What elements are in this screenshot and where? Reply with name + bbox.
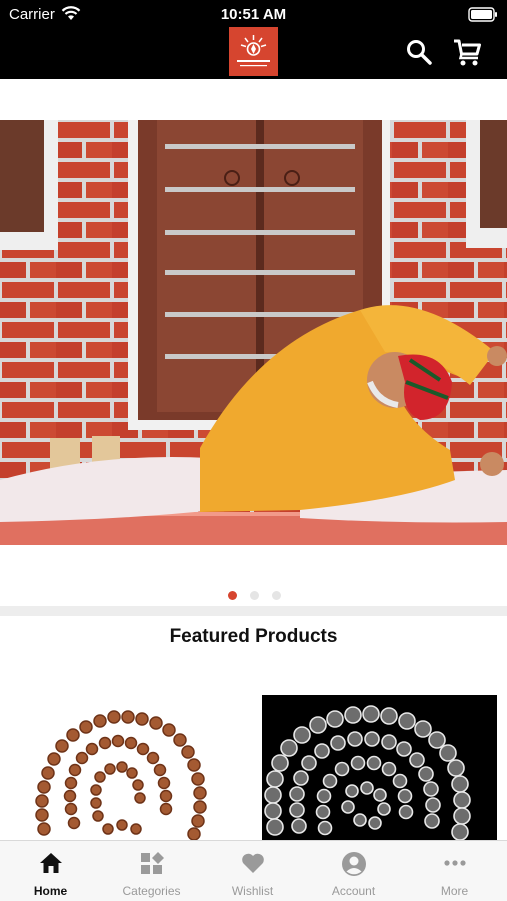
rudraksha-mala-image	[35, 710, 207, 840]
tab-more[interactable]: More	[404, 841, 505, 901]
categories-icon	[141, 852, 164, 874]
logo-mark-icon	[229, 27, 278, 76]
search-icon[interactable]	[405, 38, 433, 66]
yoga-banner-image	[0, 120, 507, 545]
tab-categories[interactable]: Categories	[101, 841, 202, 901]
carousel-dot-2[interactable]	[250, 591, 259, 600]
battery-icon	[468, 7, 497, 22]
brand-logo[interactable]	[229, 27, 278, 76]
carousel-pagination	[0, 591, 507, 601]
tab-home[interactable]: Home	[0, 841, 101, 901]
carousel-dot-3[interactable]	[272, 591, 281, 600]
tab-wishlist[interactable]: Wishlist	[202, 841, 303, 901]
home-icon	[40, 853, 62, 873]
tab-wishlist-label: Wishlist	[231, 884, 274, 898]
section-divider	[0, 606, 507, 616]
crystal-mala-image	[262, 695, 497, 840]
product-card-2[interactable]	[262, 695, 497, 840]
carousel-dot-1[interactable]	[228, 591, 237, 600]
tab-more-label: More	[440, 884, 469, 898]
clock: 10:51 AM	[220, 6, 287, 23]
tab-account[interactable]: Account	[303, 841, 404, 901]
tab-home-label: Home	[33, 884, 68, 898]
cart-icon[interactable]	[452, 37, 482, 67]
product-card-1[interactable]	[10, 695, 245, 840]
heart-icon	[242, 853, 264, 873]
account-icon	[342, 852, 366, 876]
tab-categories-label: Categories	[122, 884, 181, 898]
bottom-tab-bar: Home Categories Wishlist Account More	[0, 840, 507, 901]
status-bar: Carrier 10:51 AM	[0, 0, 507, 30]
tab-account-label: Account	[331, 884, 376, 898]
more-icon	[444, 860, 466, 866]
carousel-slide[interactable]	[0, 120, 507, 545]
featured-products-title: Featured Products	[169, 626, 338, 647]
